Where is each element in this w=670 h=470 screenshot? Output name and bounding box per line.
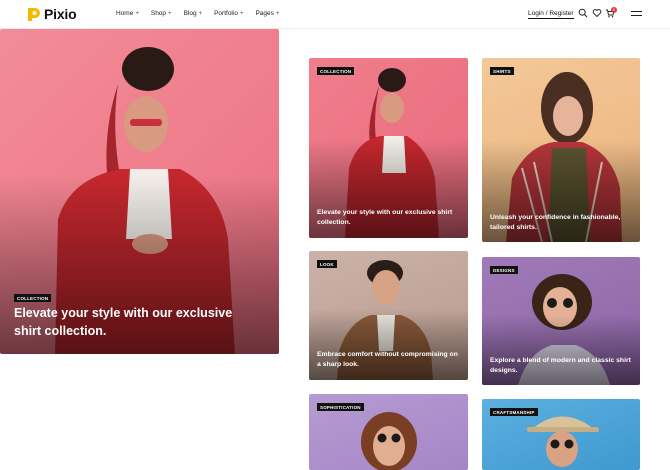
expand-icon: + bbox=[275, 10, 280, 17]
nav-item-blog[interactable]: Blog + bbox=[184, 10, 203, 17]
post-card[interactable]: SOPHISTICATION bbox=[309, 394, 468, 470]
post-card[interactable]: COLLECTION Elevate your style with our e… bbox=[309, 58, 468, 238]
search-icon[interactable] bbox=[578, 8, 588, 18]
card-tag[interactable]: LOOK bbox=[317, 260, 337, 268]
site-header: Pixio Home + Shop + Blog + Portfolio + Pages… bbox=[0, 0, 670, 29]
expand-icon: + bbox=[239, 10, 244, 17]
brand-name: Pixio bbox=[44, 6, 77, 22]
hero-tag[interactable]: COLLECTION bbox=[14, 294, 52, 302]
card-title[interactable]: Unleash your confidence in fashionable, … bbox=[490, 213, 635, 232]
main-nav: Home + Shop + Blog + Portfolio + Pages + bbox=[116, 10, 291, 17]
nav-label: Blog bbox=[183, 10, 197, 17]
nav-label: Pages bbox=[255, 10, 274, 17]
menu-icon[interactable] bbox=[631, 11, 642, 18]
heart-icon[interactable] bbox=[592, 8, 602, 18]
expand-icon: + bbox=[135, 10, 139, 17]
card-title[interactable]: Embrace comfort without compromising on … bbox=[317, 350, 462, 369]
post-card[interactable]: LOOK Embrace comfort without compromisin… bbox=[309, 251, 468, 380]
expand-icon: + bbox=[168, 10, 172, 17]
post-card[interactable]: CRAFTSMANSHIP bbox=[482, 399, 640, 470]
card-tag[interactable]: SOPHISTICATION bbox=[317, 403, 364, 411]
nav-item-pages[interactable]: Pages + bbox=[255, 10, 279, 17]
nav-label: Home bbox=[116, 10, 134, 17]
post-card[interactable]: SHIRTS Unleash your confidence in fashio… bbox=[482, 58, 640, 242]
login-register-link[interactable]: Login / Register bbox=[528, 10, 574, 19]
card-tag[interactable]: CRAFTSMANSHIP bbox=[490, 408, 538, 416]
card-title[interactable]: Elevate your style with our exclusive sh… bbox=[317, 208, 462, 227]
nav-item-shop[interactable]: Shop + bbox=[151, 10, 172, 17]
post-card[interactable]: DESIGNS Explore a blend of modern and cl… bbox=[482, 257, 640, 385]
card-shade bbox=[309, 309, 468, 380]
hero-title[interactable]: Elevate your style with our exclusive sh… bbox=[14, 305, 254, 340]
nav-item-portfolio[interactable]: Portfolio + bbox=[214, 10, 243, 17]
logo-mark-icon bbox=[28, 7, 40, 21]
card-title[interactable]: Explore a blend of modern and classic sh… bbox=[490, 356, 635, 375]
nav-label: Portfolio bbox=[214, 10, 238, 17]
nav-item-home[interactable]: Home + bbox=[116, 10, 139, 17]
expand-icon: + bbox=[198, 10, 203, 17]
nav-label: Shop bbox=[150, 10, 167, 17]
card-tag[interactable]: DESIGNS bbox=[490, 266, 518, 274]
hero-card[interactable]: COLLECTION Elevate your style with our e… bbox=[0, 29, 279, 354]
card-tag[interactable]: COLLECTION bbox=[317, 67, 355, 75]
logo[interactable]: Pixio bbox=[27, 6, 77, 22]
card-tag[interactable]: SHIRTS bbox=[490, 67, 514, 75]
cart-count-badge: 0 bbox=[611, 7, 617, 13]
